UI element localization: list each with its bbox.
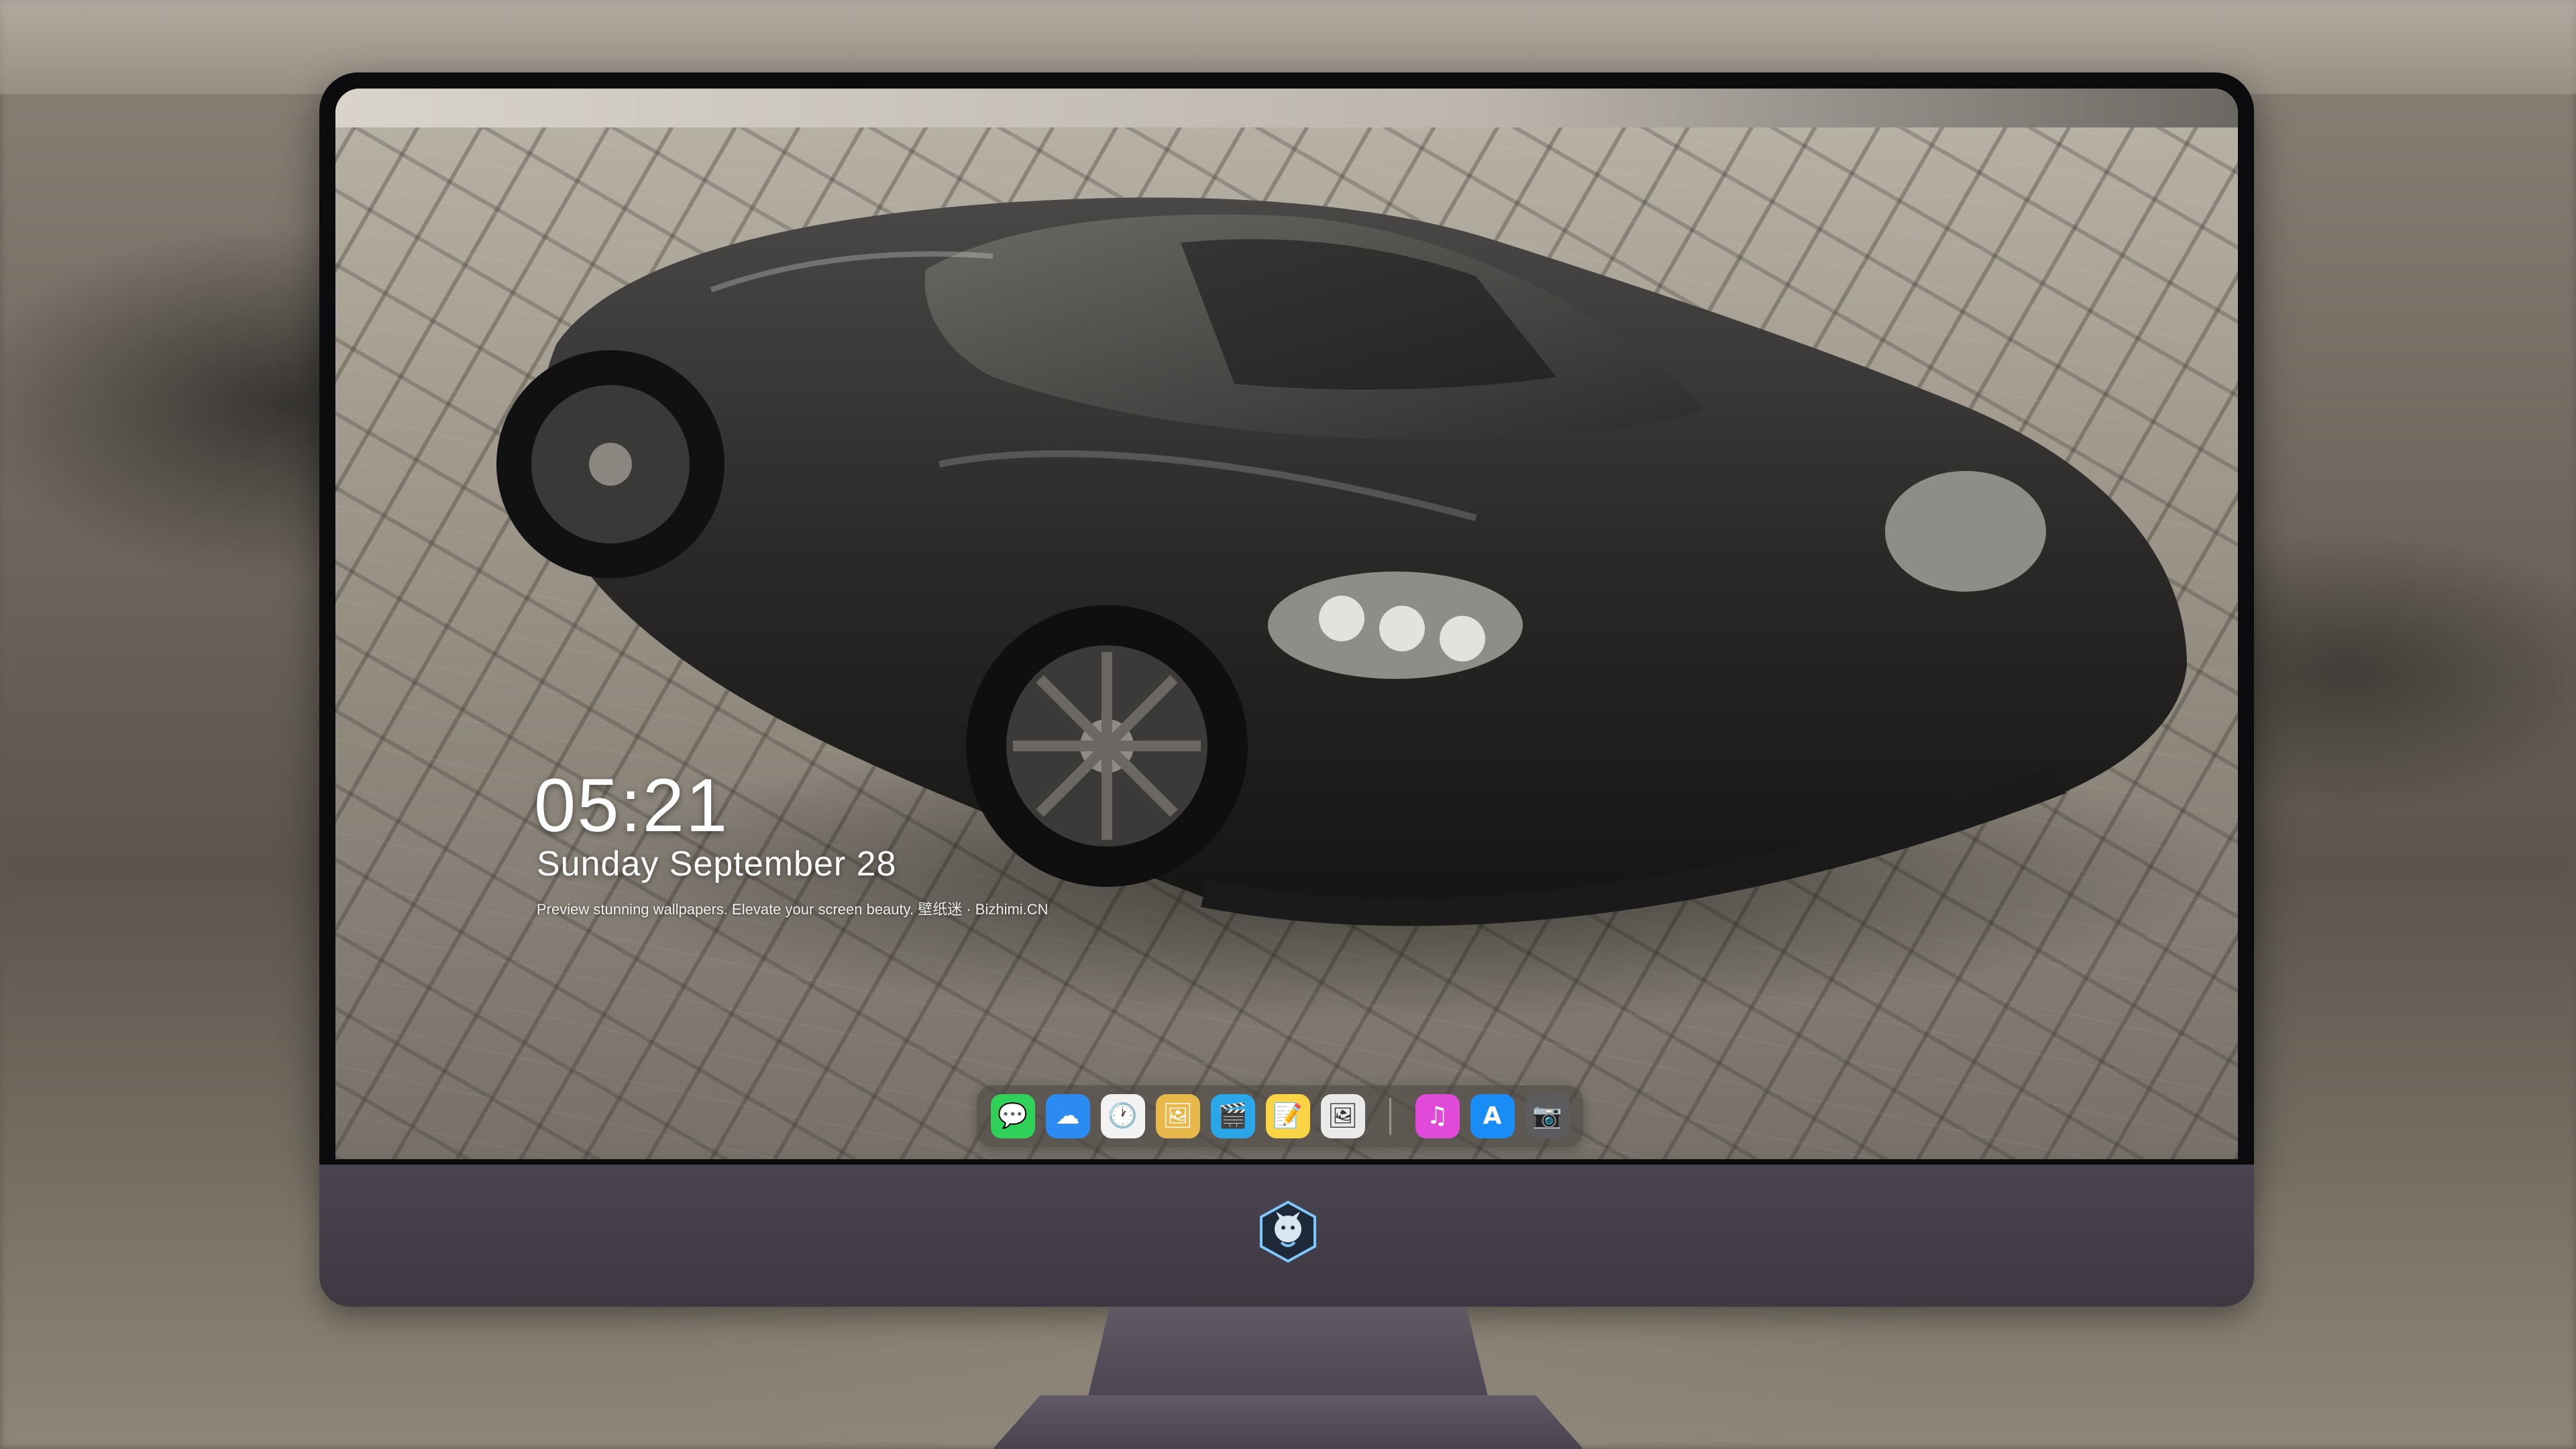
preview-icon[interactable]: 🖼 [1155,1094,1200,1138]
photos-icon[interactable]: 🖼 [1320,1094,1365,1138]
dock: 💬 ☁ 🕐 🖼 🎬 📝 🖼 ♫ A 📷 [977,1085,1583,1147]
messages-icon[interactable]: 💬 [990,1094,1035,1138]
preview-glyph: 🖼 [1162,1102,1193,1130]
camera-glyph: 📷 [1532,1102,1562,1130]
messages-glyph: 💬 [998,1102,1028,1130]
lock-screen-time: 05:21 [534,763,729,847]
monitor-stand-base [993,1395,1583,1449]
lock-screen-date: Sunday September 28 [537,845,897,883]
monitor-stand-neck [1085,1307,1491,1407]
clips-glyph: 🎬 [1218,1102,1248,1130]
notes-glyph: 📝 [1273,1102,1303,1130]
clips-icon[interactable]: 🎬 [1210,1094,1255,1138]
notes-icon[interactable]: 📝 [1265,1094,1310,1138]
music-glyph: ♫ [1426,1102,1448,1130]
dock-separator [1389,1097,1391,1135]
photos-glyph: 🖼 [1327,1102,1358,1130]
camera-icon[interactable]: 📷 [1525,1094,1570,1138]
wallpaper-credit-text: Preview stunning wallpapers. Elevate you… [537,901,1049,918]
music-icon[interactable]: ♫ [1415,1094,1460,1138]
app-store-glyph: A [1483,1102,1502,1130]
weather-glyph: ☁ [1055,1102,1080,1130]
monitor-bezel: 05:21 Sunday September 28 Preview stunni… [319,72,2254,1165]
app-store-icon[interactable]: A [1470,1094,1515,1138]
monitor: 05:21 Sunday September 28 Preview stunni… [319,72,2254,1307]
weather-icon[interactable]: ☁ [1045,1094,1090,1138]
clock-icon[interactable]: 🕐 [1100,1094,1145,1138]
clock-glyph: 🕐 [1108,1102,1138,1130]
brand-logo-icon [1260,1200,1316,1263]
desktop-screen[interactable]: 05:21 Sunday September 28 Preview stunni… [335,89,2238,1159]
wallpaper-car-image [496,197,2238,1021]
